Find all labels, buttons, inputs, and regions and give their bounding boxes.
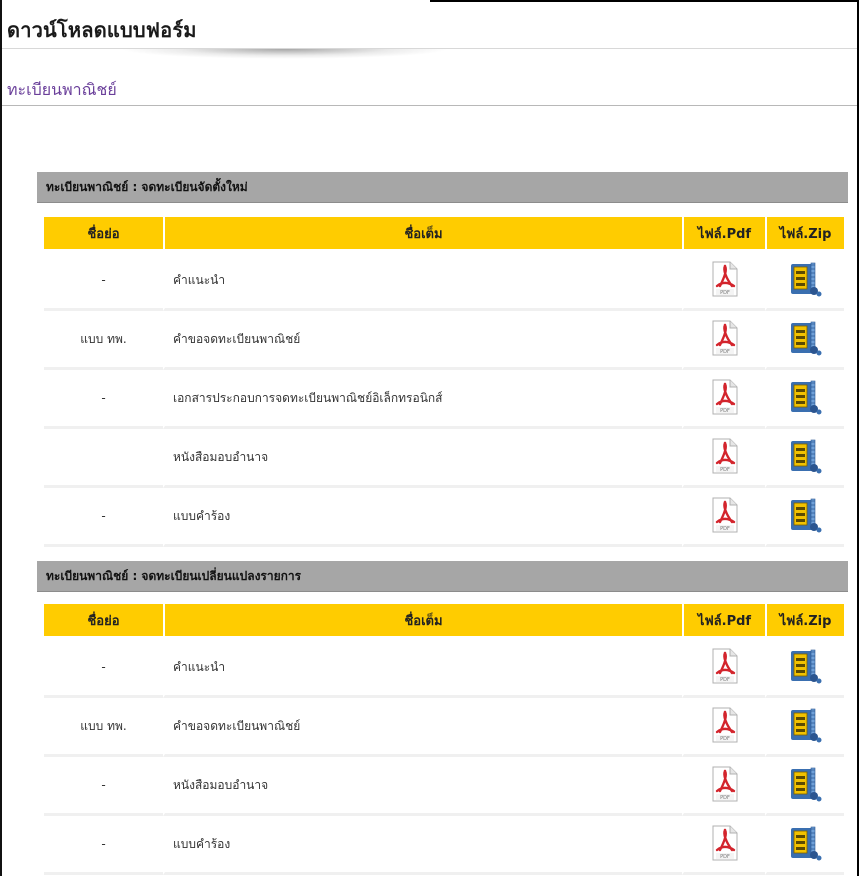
full-name-cell: แบบคำร้อง [163, 488, 682, 547]
top-border [430, 0, 859, 2]
zip-download-cell [765, 488, 844, 547]
zip-download-cell [765, 757, 844, 816]
pdf-file-icon[interactable]: PDF [712, 320, 738, 359]
full-name-cell: คำแนะนำ [163, 252, 682, 311]
zip-archive-icon[interactable] [789, 766, 823, 805]
svg-text:PDF: PDF [720, 467, 730, 473]
table-row: - คำแนะนำ PDF [44, 252, 844, 311]
full-name-cell: เอกสารประกอบการจดทะเบียนพาณิชย์อิเล็กทรอ… [163, 370, 682, 429]
table-row: - เอกสารประกอบการจดทะเบียนพาณิชย์อิเล็กท… [44, 370, 844, 429]
full-name-cell: คำขอจดทะเบียนพาณิชย์ [163, 311, 682, 370]
zip-download-cell [765, 429, 844, 488]
column-header-short-name: ชื่อย่อ [44, 217, 163, 252]
pdf-file-icon[interactable]: PDF [712, 648, 738, 687]
short-name-cell: แบบ ทพ. [44, 311, 163, 370]
svg-text:PDF: PDF [720, 795, 730, 801]
short-name-cell: - [44, 639, 163, 698]
zip-archive-icon[interactable] [789, 648, 823, 687]
group-title-bar-new-registration: ทะเบียนพาณิชย์ : จดทะเบียนจัดตั้งใหม่ [37, 172, 848, 203]
zip-download-cell [765, 370, 844, 429]
svg-text:PDF: PDF [720, 290, 730, 296]
pdf-download-cell: PDF [682, 757, 765, 816]
pdf-file-icon[interactable]: PDF [712, 261, 738, 300]
table-row: แบบ ทพ. คำขอจดทะเบียนพาณิชย์ PDF [44, 311, 844, 370]
pdf-download-cell: PDF [682, 311, 765, 370]
zip-download-cell [765, 311, 844, 370]
svg-text:PDF: PDF [720, 408, 730, 414]
full-name-cell: คำแนะนำ [163, 639, 682, 698]
table-row: - แบบคำร้อง PDF [44, 816, 844, 875]
svg-text:PDF: PDF [720, 677, 730, 683]
pdf-download-cell: PDF [682, 370, 765, 429]
column-header-short-name: ชื่อย่อ [44, 604, 163, 639]
short-name-cell [44, 429, 163, 488]
forms-table-new-registration: ชื่อย่อ ชื่อเต็ม ไฟล์.Pdf ไฟล์.Zip - คำแ… [44, 217, 844, 547]
svg-text:PDF: PDF [720, 854, 730, 860]
table-header-row: ชื่อย่อ ชื่อเต็ม ไฟล์.Pdf ไฟล์.Zip [44, 604, 844, 639]
pdf-file-icon[interactable]: PDF [712, 825, 738, 864]
zip-archive-icon[interactable] [789, 438, 823, 477]
title-shadow [120, 49, 450, 59]
svg-text:PDF: PDF [720, 349, 730, 355]
short-name-cell: - [44, 370, 163, 429]
table-row: - แบบคำร้อง PDF [44, 488, 844, 547]
zip-archive-icon[interactable] [789, 320, 823, 359]
forms-table-change-registration: ชื่อย่อ ชื่อเต็ม ไฟล์.Pdf ไฟล์.Zip - คำแ… [44, 604, 844, 875]
column-header-zip: ไฟล์.Zip [765, 217, 844, 252]
zip-archive-icon[interactable] [789, 497, 823, 536]
column-header-zip: ไฟล์.Zip [765, 604, 844, 639]
section-heading: ทะเบียนพาณิชย์ [7, 80, 117, 99]
zip-archive-icon[interactable] [789, 379, 823, 418]
column-header-full-name: ชื่อเต็ม [163, 604, 682, 639]
svg-text:PDF: PDF [720, 736, 730, 742]
zip-archive-icon[interactable] [789, 261, 823, 300]
zip-download-cell [765, 698, 844, 757]
page-title: ดาวน์โหลดแบบฟอร์ม [7, 18, 197, 42]
group-title-bar-change-registration: ทะเบียนพาณิชย์ : จดทะเบียนเปลี่ยนแปลงราย… [37, 561, 848, 592]
short-name-cell: แบบ ทพ. [44, 698, 163, 757]
left-border [0, 0, 2, 876]
pdf-file-icon[interactable]: PDF [712, 766, 738, 805]
full-name-cell: หนังสือมอบอำนาจ [163, 757, 682, 816]
pdf-download-cell: PDF [682, 429, 765, 488]
short-name-cell: - [44, 252, 163, 311]
pdf-download-cell: PDF [682, 698, 765, 757]
short-name-cell: - [44, 488, 163, 547]
zip-archive-icon[interactable] [789, 825, 823, 864]
column-header-pdf: ไฟล์.Pdf [682, 217, 765, 252]
full-name-cell: แบบคำร้อง [163, 816, 682, 875]
table-row: - คำแนะนำ PDF [44, 639, 844, 698]
zip-download-cell [765, 639, 844, 698]
table-row: - หนังสือมอบอำนาจ PDF [44, 757, 844, 816]
short-name-cell: - [44, 757, 163, 816]
pdf-download-cell: PDF [682, 639, 765, 698]
pdf-file-icon[interactable]: PDF [712, 379, 738, 418]
section-divider [2, 105, 857, 106]
column-header-full-name: ชื่อเต็ม [163, 217, 682, 252]
full-name-cell: คำขอจดทะเบียนพาณิชย์ [163, 698, 682, 757]
zip-download-cell [765, 252, 844, 311]
pdf-download-cell: PDF [682, 252, 765, 311]
table-row: แบบ ทพ. คำขอจดทะเบียนพาณิชย์ PDF [44, 698, 844, 757]
short-name-cell: - [44, 816, 163, 875]
pdf-file-icon[interactable]: PDF [712, 707, 738, 746]
zip-download-cell [765, 816, 844, 875]
pdf-download-cell: PDF [682, 816, 765, 875]
zip-archive-icon[interactable] [789, 707, 823, 746]
column-header-pdf: ไฟล์.Pdf [682, 604, 765, 639]
table-header-row: ชื่อย่อ ชื่อเต็ม ไฟล์.Pdf ไฟล์.Zip [44, 217, 844, 252]
svg-text:PDF: PDF [720, 526, 730, 532]
pdf-file-icon[interactable]: PDF [712, 497, 738, 536]
pdf-file-icon[interactable]: PDF [712, 438, 738, 477]
table-row: หนังสือมอบอำนาจ PDF [44, 429, 844, 488]
pdf-download-cell: PDF [682, 488, 765, 547]
full-name-cell: หนังสือมอบอำนาจ [163, 429, 682, 488]
